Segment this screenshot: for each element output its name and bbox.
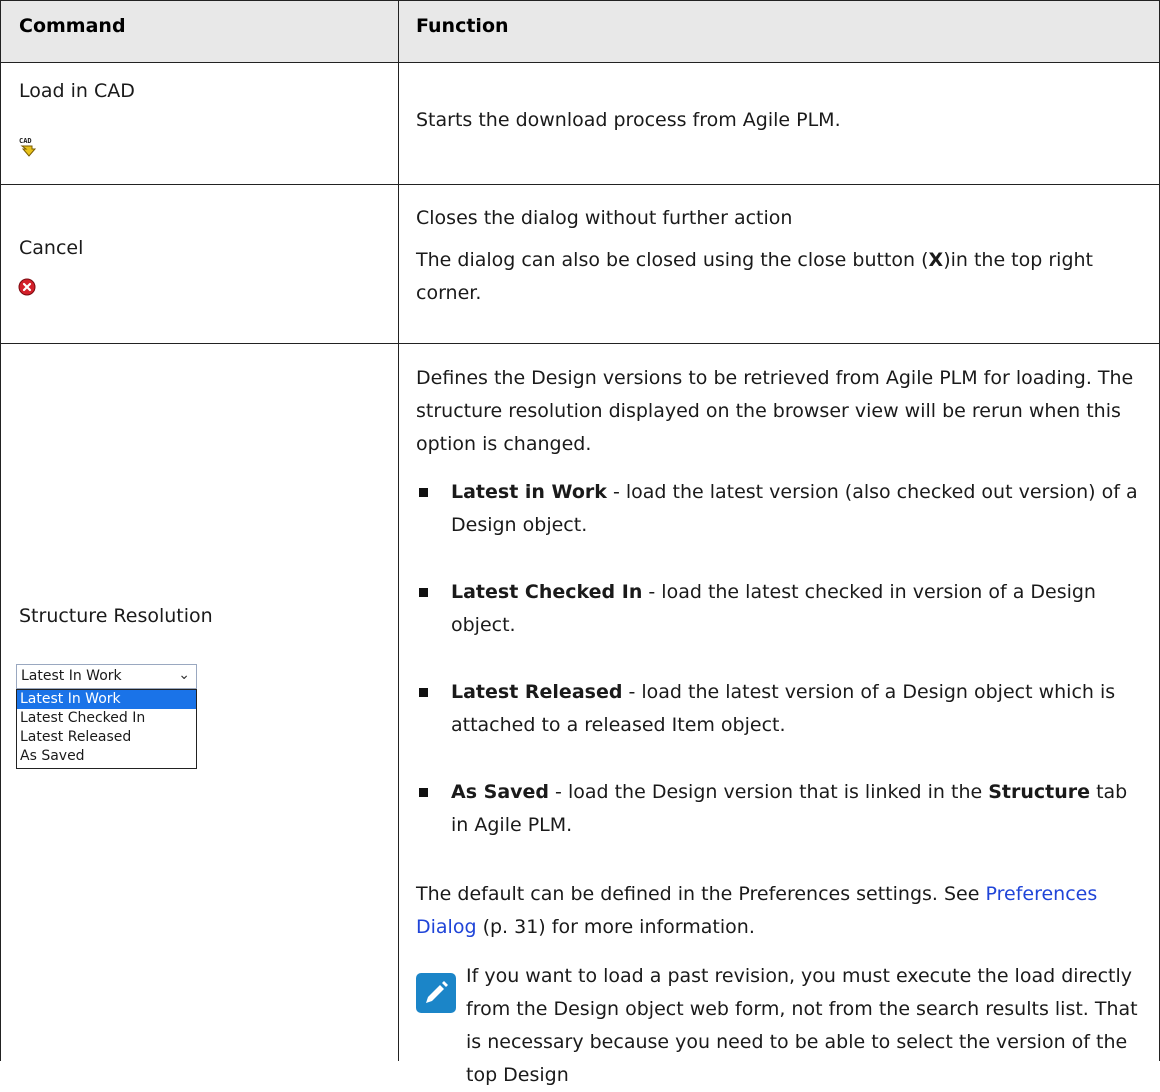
structure-resolution-select[interactable]: Latest In Work ⌄ [16,664,197,689]
grid-line [0,0,1,1061]
option-latest-checked-in[interactable]: Latest Checked In [17,709,196,728]
grid-line [0,62,1160,63]
grid-line [0,184,1160,185]
pencil-note-icon [416,973,456,1013]
option-as-saved[interactable]: As Saved [17,747,196,766]
table-header [0,0,1160,63]
cancel-line-2: The dialog can also be closed using the … [416,249,1093,304]
bullet-latest-checked-in: Latest Checked In - load the latest chec… [416,576,1146,642]
cancel-line-1: Closes the dialog without further action [416,207,793,229]
structure-intro: Defines the Design versions to be retrie… [416,367,1134,455]
note-text: If you want to load a past revision, you… [466,965,1138,1086]
chevron-down-icon: ⌄ [178,667,190,683]
default-note: The default can be defined in the Prefer… [416,883,1098,938]
structure-resolution-options: Latest In Work Latest Checked In Latest … [16,689,197,769]
command-load-in-cad: Load in CAD [19,80,135,102]
command-structure-resolution: Structure Resolution [19,605,213,627]
bullet-latest-in-work: Latest in Work - load the latest version… [416,476,1146,542]
command-cancel: Cancel [19,237,84,259]
bullet-as-saved: As Saved - load the Design version that … [416,776,1146,842]
select-value: Latest In Work [21,668,122,684]
grid-line [0,343,1160,344]
option-latest-in-work[interactable]: Latest In Work [17,690,196,709]
header-command: Command [19,15,126,37]
function-cancel: Closes the dialog without further action… [416,202,1146,310]
svg-text:CAD: CAD [19,137,32,145]
header-function: Function [416,15,509,37]
grid-line [0,0,1160,1]
grid-line [398,0,399,1061]
bullet-latest-released: Latest Released - load the latest versio… [416,676,1146,742]
option-latest-released[interactable]: Latest Released [17,728,196,747]
cad-load-icon: CAD [18,136,38,158]
cancel-red-circle-icon [18,278,36,296]
function-load-in-cad: Starts the download process from Agile P… [416,109,841,131]
